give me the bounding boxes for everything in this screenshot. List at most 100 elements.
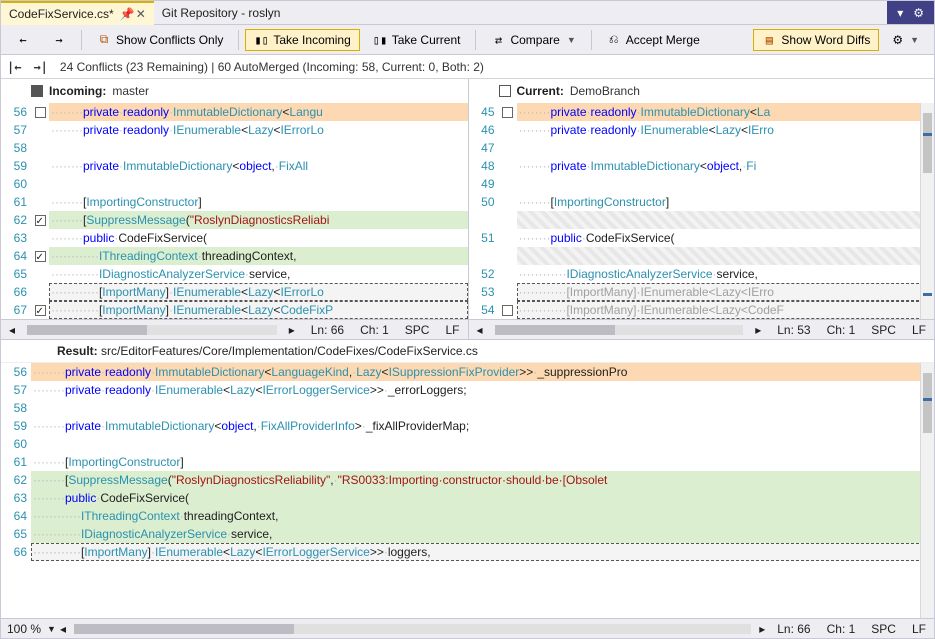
code-line[interactable]: ········public·CodeFixService( — [49, 229, 468, 247]
arrow-left-icon[interactable]: ◂ — [56, 622, 70, 636]
line-checkbox-gutter — [31, 157, 49, 175]
line-checkbox-gutter — [499, 121, 517, 139]
accept-merge-button[interactable]: ⎌Accept Merge — [598, 28, 709, 51]
h-scrollbar[interactable] — [27, 325, 277, 335]
code-line[interactable]: ············IDiagnosticAnalyzerService·s… — [31, 525, 934, 543]
arrow-right-icon[interactable]: ▸ — [747, 323, 769, 337]
chevron-down-icon[interactable]: ▼ — [47, 624, 56, 634]
first-conflict-icon[interactable]: |← — [7, 60, 21, 74]
show-word-diffs-button[interactable]: ▤Show Word Diffs — [753, 29, 879, 51]
col-indicator: Ch: 1 — [819, 622, 864, 636]
code-line[interactable] — [49, 139, 468, 157]
select-all-current-checkbox[interactable] — [499, 85, 511, 97]
indent-indicator: SPC — [863, 622, 904, 636]
arrow-left-icon[interactable]: ◂ — [469, 323, 491, 337]
show-conflicts-button[interactable]: ⧉Show Conflicts Only — [88, 28, 232, 51]
h-scrollbar[interactable] — [74, 624, 751, 634]
code-line[interactable]: ············[ImportMany]·IEnumerable<Laz… — [517, 283, 935, 301]
line-number — [469, 247, 499, 265]
line-number: 65 — [1, 265, 31, 283]
line-checkbox-gutter — [499, 211, 517, 229]
code-line[interactable]: ········[SuppressMessage("RoslynDiagnost… — [31, 471, 934, 489]
line-checkbox-gutter — [31, 265, 49, 283]
code-line[interactable]: ········[ImportingConstructor] — [49, 193, 468, 211]
code-line[interactable] — [31, 435, 934, 453]
line-checkbox[interactable] — [502, 305, 513, 316]
code-line[interactable]: ············IThreadingContext·threadingC… — [49, 247, 468, 265]
result-code[interactable]: 56········private·readonly·ImmutableDict… — [1, 363, 934, 618]
tab-label: CodeFixService.cs* — [9, 7, 114, 21]
line-checkbox-gutter — [31, 103, 49, 121]
h-scrollbar[interactable] — [495, 325, 744, 335]
back-button[interactable]: ← — [7, 29, 39, 51]
code-line[interactable] — [517, 211, 935, 229]
eol-indicator: LF — [904, 323, 934, 337]
tab-codefixservice[interactable]: CodeFixService.cs* 📌 ✕ — [1, 1, 154, 25]
code-line[interactable]: ············IDiagnosticAnalyzerService·s… — [49, 265, 468, 283]
select-all-incoming-checkbox[interactable] — [31, 85, 43, 97]
code-line[interactable] — [517, 139, 935, 157]
line-checkbox[interactable] — [502, 107, 513, 118]
code-line[interactable]: ········[ImportingConstructor] — [31, 453, 934, 471]
code-line[interactable]: ········public·CodeFixService( — [31, 489, 934, 507]
code-line[interactable]: ········private·readonly·IEnumerable<Laz… — [31, 381, 934, 399]
incoming-code[interactable]: 56 ········private·readonly·ImmutableDict… — [1, 103, 468, 319]
code-line[interactable]: ········private·readonly·ImmutableDictio… — [31, 363, 934, 381]
line-number: 58 — [1, 399, 31, 417]
pin-icon[interactable]: 📌 — [120, 7, 130, 21]
code-line[interactable] — [517, 175, 935, 193]
code-line[interactable]: ············[ImportMany]·IEnumerable<Laz… — [49, 283, 468, 301]
line-number: 61 — [1, 193, 31, 211]
code-line[interactable]: ········private·readonly·IEnumerable<Laz… — [49, 121, 468, 139]
code-line[interactable]: ········[SuppressMessage("RoslynDiagnost… — [49, 211, 468, 229]
take-current-button[interactable]: ▯▮Take Current — [364, 29, 470, 51]
zoom-level[interactable]: 100 % — [1, 622, 47, 636]
v-scrollbar[interactable] — [920, 103, 934, 319]
forward-button[interactable]: → — [43, 29, 75, 51]
line-checkbox-gutter — [31, 247, 49, 265]
arrow-right-icon[interactable]: ▸ — [281, 323, 303, 337]
line-checkbox[interactable] — [35, 107, 46, 118]
code-line[interactable]: ············[ImportMany]·IEnumerable<Laz… — [517, 301, 935, 319]
code-line[interactable]: ········[ImportingConstructor] — [517, 193, 935, 211]
line-number: 48 — [469, 157, 499, 175]
tab-gitrepo[interactable]: Git Repository - roslyn — [154, 1, 289, 25]
line-number: 59 — [1, 157, 31, 175]
code-line[interactable] — [49, 175, 468, 193]
code-line[interactable]: ············IDiagnosticAnalyzerService·s… — [517, 265, 935, 283]
code-line[interactable] — [31, 399, 934, 417]
line-checkbox[interactable] — [35, 251, 46, 262]
arrow-left-icon[interactable]: ◂ — [1, 323, 23, 337]
code-line[interactable]: ········private·ImmutableDictionary<obje… — [49, 157, 468, 175]
code-line[interactable]: ············[ImportMany]·IEnumerable<Laz… — [31, 543, 934, 561]
code-line[interactable]: ············IThreadingContext·threadingC… — [31, 507, 934, 525]
gear-icon[interactable]: ⚙ — [913, 6, 924, 20]
compare-button[interactable]: ⇄Compare▼ — [482, 29, 584, 51]
line-number: 54 — [469, 301, 499, 319]
arrow-right-icon[interactable]: ▸ — [755, 622, 769, 636]
close-icon[interactable]: ✕ — [136, 7, 146, 21]
code-line[interactable]: ········private·ImmutableDictionary<obje… — [31, 417, 934, 435]
v-scrollbar[interactable] — [920, 363, 934, 618]
result-pane: Result: src/EditorFeatures/Core/Implemen… — [1, 340, 934, 618]
code-line[interactable]: ········public·CodeFixService( — [517, 229, 935, 247]
line-checkbox-gutter — [31, 139, 49, 157]
editor-footer: 100 % ▼ ◂ ▸ Ln: 66 Ch: 1 SPC LF — [1, 618, 934, 638]
code-line[interactable]: ············[ImportMany]·IEnumerable<Laz… — [49, 301, 468, 319]
code-line[interactable]: ········private·readonly·IEnumerable<Laz… — [517, 121, 935, 139]
take-incoming-button[interactable]: ▮▯Take Incoming — [245, 29, 359, 51]
code-line[interactable]: ········private·ImmutableDictionary<obje… — [517, 157, 935, 175]
line-checkbox[interactable] — [35, 215, 46, 226]
line-number: 46 — [469, 121, 499, 139]
line-number: 56 — [1, 103, 31, 121]
line-checkbox[interactable] — [35, 305, 46, 316]
code-line[interactable] — [517, 247, 935, 265]
code-line[interactable]: ········private·readonly·ImmutableDictio… — [49, 103, 468, 121]
last-conflict-icon[interactable]: →| — [33, 60, 47, 74]
current-code[interactable]: 45········private·readonly·ImmutableDict… — [469, 103, 935, 319]
current-header: Current: DemoBranch — [469, 79, 935, 103]
code-line[interactable]: ········private·readonly·ImmutableDictio… — [517, 103, 935, 121]
line-checkbox-gutter — [499, 283, 517, 301]
chevron-down-icon[interactable]: ▾ — [897, 6, 903, 20]
settings-button[interactable]: ⚙▼ — [883, 29, 928, 51]
